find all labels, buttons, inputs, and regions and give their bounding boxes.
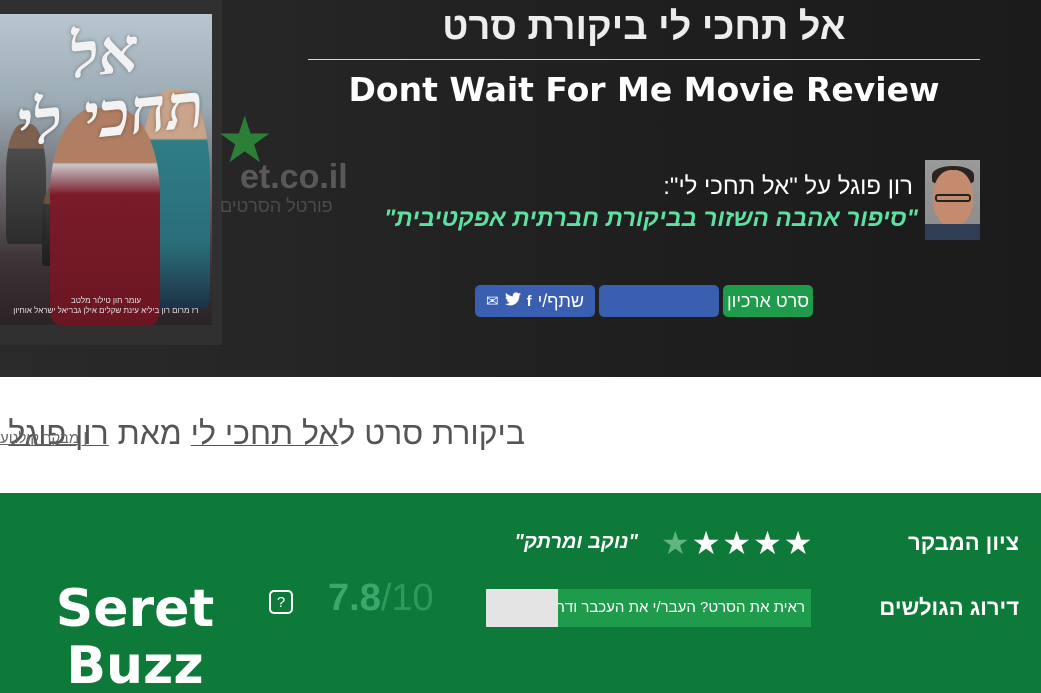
star-icon: ★ <box>691 525 721 561</box>
brand-line: Seret <box>55 579 215 639</box>
poster-title: אל תחכי לי <box>12 14 208 161</box>
star-icon: ★ <box>753 525 782 561</box>
critic-role-sep: | <box>79 430 88 447</box>
facebook-icon[interactable]: f <box>527 293 532 310</box>
user-score-max: 10 <box>391 577 434 619</box>
page-title-hebrew: אל תחכי לי ביקורת סרט <box>442 6 846 48</box>
vote-prompt: ראית את הסרט? העבר/י את העכבר ודרג/י! <box>539 599 805 616</box>
movie-link[interactable]: אל תחכי לי <box>191 415 339 451</box>
byline-middle: מאת <box>108 415 191 451</box>
archive-movie-button[interactable]: סרט ארכיון <box>723 285 813 317</box>
star-half-icon: ★ <box>661 525 690 561</box>
user-score-value: 7.8 <box>328 577 381 619</box>
poster-credits-line: רז מרום רון ביליא עינת שקלים אילן גבריאל… <box>13 306 199 316</box>
critic-star-rating: ★ ★ ★ ★ ★ <box>661 527 812 559</box>
critic-role-link[interactable]: מבקר קולנוע <box>0 430 79 447</box>
movie-hero: אל תחכי לי עומר חון טילור מלטב רז מרום ר… <box>0 0 1041 377</box>
star-icon: ★ <box>783 525 813 561</box>
ratings-panel: ציון המבקר ★ ★ ★ ★ ★ "נוקב ומרתק" דירוג … <box>0 493 1041 693</box>
review-subheader: ביקורת סרט לאל תחכי לי מאת רון פוגל | מב… <box>0 377 1041 493</box>
poster-credits-line: עומר חון טילור מלטב <box>70 296 142 305</box>
share-icons: ✉ f <box>486 292 532 310</box>
watermark-subtext: פורטל הסרטים <box>220 196 333 216</box>
user-score-slash: / <box>380 577 392 619</box>
poster-credits: עומר חון טילור מלטב רז מרום רון ביליא עי… <box>4 296 208 317</box>
help-icon[interactable]: ? <box>269 590 293 614</box>
share-button[interactable]: שתף/י ✉ f <box>475 285 595 317</box>
critic-byline: רון פוגל על "אל תחכי לי": <box>663 173 913 200</box>
share-label: שתף/י <box>537 290 585 311</box>
star-icon: ★ <box>722 525 752 561</box>
critic-role: | מבקר קולנוע <box>0 430 87 447</box>
critic-score-label: ציון המבקר <box>908 530 1019 555</box>
email-icon[interactable]: ✉ <box>486 292 499 310</box>
movie-poster[interactable]: אל תחכי לי עומר חון טילור מלטב רז מרום ר… <box>0 14 212 325</box>
critic-avatar[interactable] <box>925 160 980 240</box>
title-divider <box>308 59 980 60</box>
user-rating-label: דירוג הגולשים <box>879 595 1019 620</box>
twitter-icon[interactable] <box>504 292 521 310</box>
blue-action-button[interactable] <box>599 285 719 317</box>
user-vote-widget[interactable]: ראית את הסרט? העבר/י את העכבר ודרג/י! <box>486 589 811 627</box>
critic-quote: "סיפור אהבה השזור בביקורת חברתית אפקטיבי… <box>384 205 918 232</box>
byline-prefix: ביקורת סרט ל <box>338 415 525 451</box>
critic-verdict: "נוקב ומרתק" <box>514 531 638 553</box>
vote-slider-handle[interactable] <box>486 589 558 627</box>
user-score: 7.8/10 <box>328 577 434 620</box>
watermark-text: et.co.il <box>240 158 348 196</box>
seret-buzz-logo[interactable]: Seret Buzz <box>40 581 230 693</box>
brand-line: Buzz <box>66 636 204 693</box>
site-watermark: ★ et.co.il פורטל הסרטים <box>212 108 372 228</box>
page-title-english: Dont Wait For Me Movie Review <box>348 70 940 109</box>
